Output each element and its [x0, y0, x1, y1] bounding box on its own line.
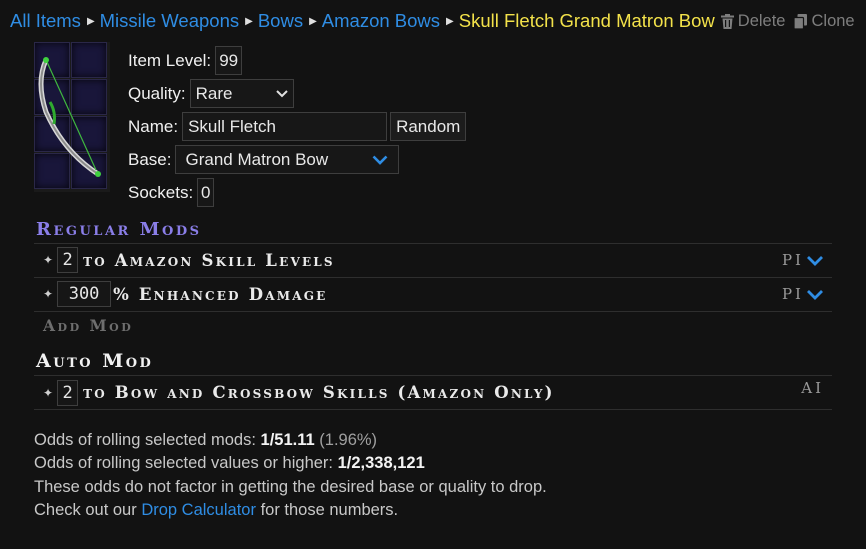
mod-tag-dropdown[interactable]: PI [782, 251, 824, 269]
odds-calculator-line: Check out our Drop Calculator for those … [34, 499, 547, 522]
chevron-down-icon [807, 289, 823, 300]
random-name-button[interactable]: Random [390, 112, 467, 141]
mod-text: % Enhanced Damage [113, 284, 328, 304]
breadcrumb: All Items ▶ Missile Weapons ▶ Bows ▶ Ama… [10, 9, 855, 33]
bullet-icon: ✦ [43, 287, 54, 301]
mod-row: ✦ 2 to Bow and Crossbow Skills (Amazon O… [34, 375, 832, 410]
mod-value-input[interactable]: 300 [57, 281, 112, 307]
drop-calculator-link[interactable]: Drop Calculator [141, 501, 256, 519]
mod-tag: PI [781, 285, 804, 303]
breadcrumb-current-item: Skull Fletch Grand Matron Bow [458, 10, 715, 31]
mod-tag: PI [781, 251, 804, 269]
odds-values-value: 1/2,338,121 [337, 454, 425, 473]
sockets-input[interactable]: 0 [197, 178, 215, 207]
mod-value-input[interactable]: 2 [57, 247, 79, 273]
item-level-label: Item Level: [128, 50, 212, 70]
delete-button[interactable]: Delete [720, 11, 786, 31]
breadcrumb-amazon-bows[interactable]: Amazon Bows [322, 10, 440, 32]
caret-right-icon: ▶ [309, 15, 317, 27]
name-input[interactable]: Skull Fletch [182, 112, 388, 141]
odds-mods-value: 1/51.11 [260, 431, 315, 449]
auto-mod-heading: Auto Mod [36, 350, 154, 372]
mod-tag-dropdown[interactable]: PI [782, 285, 824, 303]
odds-note: These odds do not factor in getting the … [34, 477, 547, 496]
divider [34, 311, 832, 312]
item-properties: Item Level: 99 Quality: Rare Name: Skull… [128, 44, 467, 209]
clone-label: Clone [811, 11, 855, 30]
trash-icon [720, 13, 734, 29]
caret-right-icon: ▶ [86, 15, 95, 27]
quality-select[interactable]: Rare [189, 79, 294, 108]
bow-item-image [38, 57, 101, 177]
odds-line-mods: Odds of rolling selected mods: 1/51.11 (… [34, 429, 547, 452]
caret-right-icon: ▶ [245, 15, 253, 27]
base-value: Grand Matron Bow [185, 149, 329, 169]
base-label: Base: [128, 149, 172, 169]
odds-calc-pre: Check out our [34, 500, 137, 519]
quality-label: Quality: [128, 83, 186, 103]
odds-mods-label: Odds of rolling selected mods: [34, 431, 256, 449]
bullet-icon: ✦ [43, 385, 54, 400]
delete-label: Delete [737, 11, 786, 30]
odds-mods-percent: (1.96%) [319, 431, 378, 449]
odds-calc-post: for those numbers. [260, 500, 399, 519]
bullet-icon: ✦ [43, 253, 54, 267]
base-select[interactable]: Grand Matron Bow [175, 145, 400, 174]
mod-tag-label: AI [801, 379, 824, 397]
mod-text: to Bow and Crossbow Skills (Amazon Only) [83, 383, 555, 402]
auto-mod-value: 2 [57, 379, 79, 406]
breadcrumb-all-items[interactable]: All Items [10, 10, 81, 32]
sockets-label: Sockets: [128, 182, 194, 202]
odds-values-label: Odds of rolling selected values or highe… [34, 454, 333, 473]
mod-row: ✦ 2 to Amazon Skill Levels PI [34, 243, 832, 276]
clone-button[interactable]: Clone [794, 11, 855, 31]
odds-info: Odds of rolling selected mods: 1/51.11 (… [34, 429, 547, 522]
mod-text: to Amazon Skill Levels [83, 250, 335, 270]
regular-mods-heading: Regular Mods [36, 219, 202, 240]
item-level-input[interactable]: 99 [215, 46, 243, 75]
breadcrumb-bows[interactable]: Bows [258, 10, 303, 32]
name-label: Name: [128, 116, 179, 136]
chevron-down-icon [807, 255, 823, 266]
copy-icon [794, 13, 808, 29]
add-mod-button[interactable]: Add Mod [43, 316, 133, 335]
breadcrumb-missile-weapons[interactable]: Missile Weapons [100, 10, 240, 32]
mod-tag: AI [801, 379, 824, 397]
caret-right-icon: ▶ [446, 15, 454, 27]
chevron-down-icon [275, 89, 288, 97]
quality-value: Rare [195, 83, 233, 103]
mod-row: ✦ 300 % Enhanced Damage PI [34, 277, 832, 310]
chevron-down-icon [373, 155, 388, 165]
odds-line-values: Odds of rolling selected values or highe… [34, 452, 547, 475]
